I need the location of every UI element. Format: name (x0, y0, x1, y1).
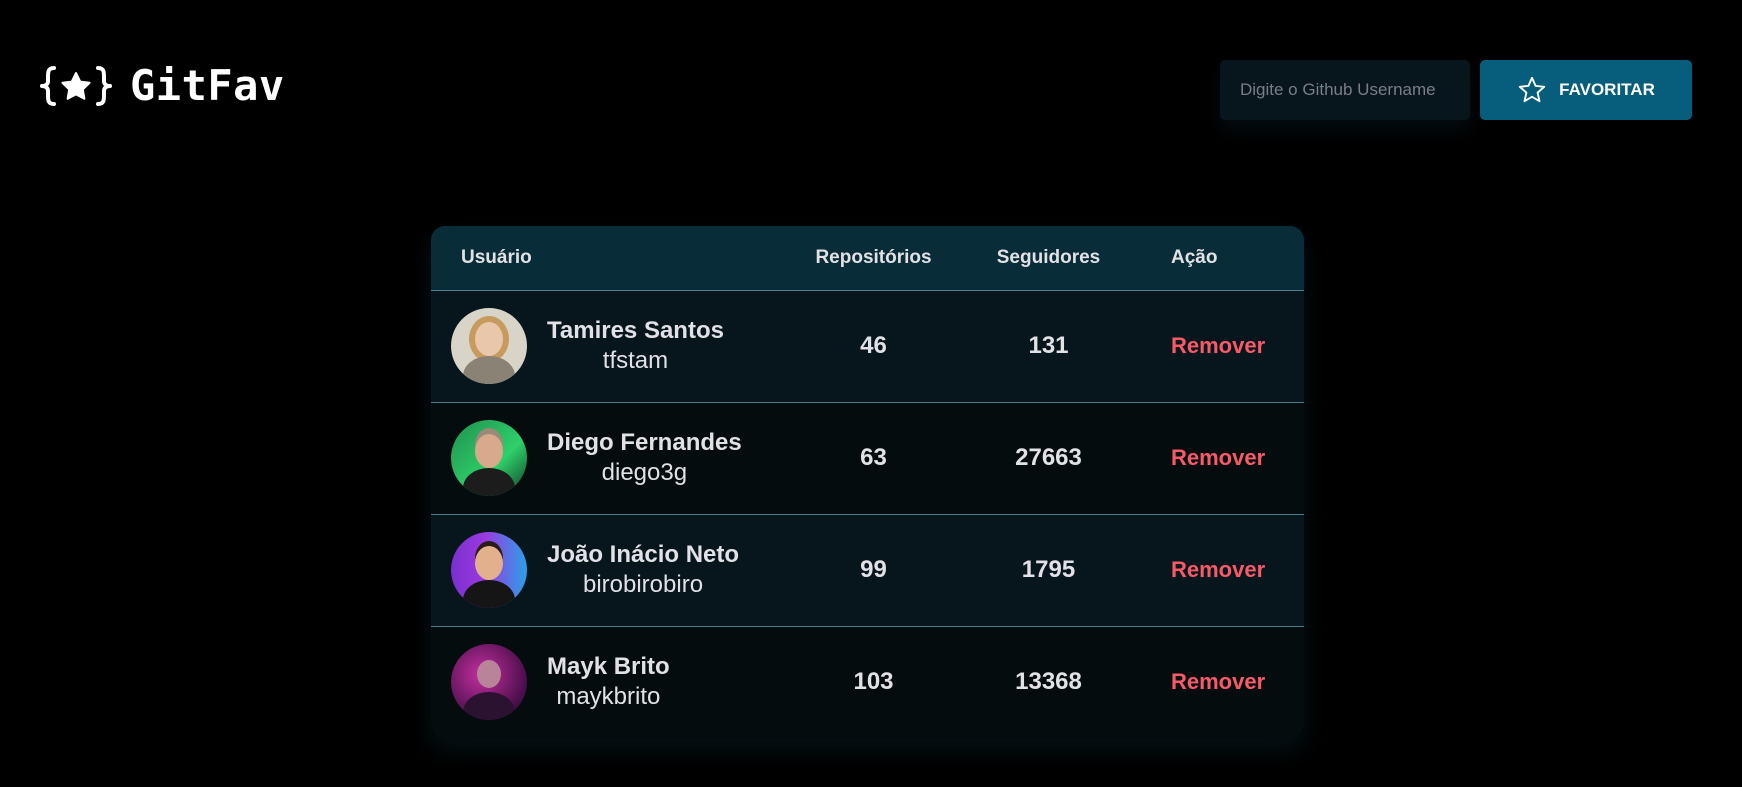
table-row: Mayk Brito maykbrito 103 13368 Remover (431, 626, 1304, 738)
followers-count: 27663 (1015, 444, 1082, 471)
action-cell: Remover (1141, 290, 1304, 402)
user-text: João Inácio Neto birobirobiro (547, 540, 739, 600)
user-name: João Inácio Neto (547, 541, 740, 568)
user-login: diego3g (601, 459, 688, 486)
action-cell: Remover (1141, 514, 1304, 626)
followers-count: 1795 (1021, 556, 1076, 583)
remove-button[interactable]: Remover (1171, 669, 1265, 695)
followers-count: 13368 (1015, 668, 1082, 696)
app-logo: GitFav (40, 64, 285, 108)
remove-button[interactable]: Remover (1171, 445, 1265, 471)
repos-count: 63 (860, 444, 887, 471)
avatar (451, 420, 527, 496)
avatar (451, 308, 527, 384)
user-cell: Mayk Brito maykbrito (431, 626, 791, 738)
user-cell: Diego Fernandes diego3g (431, 402, 791, 514)
user-cell: Tamires Santos tfstam (431, 290, 791, 402)
user-login: birobirobiro (582, 571, 704, 598)
user-login: tfstam (602, 347, 669, 374)
column-header-user: Usuário (461, 246, 532, 268)
favorite-button[interactable]: FAVORITAR (1480, 60, 1692, 120)
table-row: Tamires Santos tfstam 46 131 Remover (431, 290, 1304, 402)
star-icon (1519, 76, 1546, 103)
action-cell: Remover (1141, 626, 1304, 738)
page: GitFav FAVORITAR Usuário Repositórios Se… (0, 0, 1742, 787)
table-row: João Inácio Neto birobirobiro 99 1795 Re… (431, 514, 1304, 626)
remove-button[interactable]: Remover (1171, 333, 1265, 359)
remove-button[interactable]: Remover (1171, 557, 1265, 583)
app-title: GitFav (130, 61, 285, 110)
column-header-action: Ação (1171, 246, 1218, 268)
user-cell: João Inácio Neto birobirobiro (431, 514, 791, 626)
repos-count: 99 (860, 556, 887, 583)
avatar (451, 532, 527, 608)
followers-count: 131 (1028, 332, 1069, 359)
user-info: João Inácio Neto birobirobiro (451, 532, 791, 608)
user-name: Diego Fernandes (547, 429, 742, 456)
column-header-repos: Repositórios (815, 246, 932, 268)
action-cell: Remover (1141, 402, 1304, 514)
repos-count: 46 (860, 332, 887, 359)
favorites-table: Usuário Repositórios Seguidores Ação Tam… (431, 226, 1304, 738)
column-header-followers: Seguidores (996, 246, 1101, 268)
user-login: maykbrito (556, 683, 661, 711)
user-name: Mayk Brito (547, 653, 670, 681)
table-header-row: Usuário Repositórios Seguidores Ação (431, 226, 1304, 290)
star-braces-icon (40, 66, 112, 106)
user-info: Mayk Brito maykbrito (451, 644, 791, 721)
user-text: Mayk Brito maykbrito (547, 652, 670, 712)
github-username-input[interactable] (1220, 60, 1470, 120)
avatar (451, 644, 527, 721)
user-text: Diego Fernandes diego3g (547, 428, 742, 488)
user-info: Diego Fernandes diego3g (451, 420, 791, 496)
table-row: Diego Fernandes diego3g 63 27663 Remover (431, 402, 1304, 514)
repos-count: 103 (853, 668, 894, 696)
user-text: Tamires Santos tfstam (547, 316, 724, 376)
user-name: Tamires Santos (547, 317, 724, 344)
user-info: Tamires Santos tfstam (451, 308, 791, 384)
favorite-button-label: FAVORITAR (1559, 80, 1655, 99)
